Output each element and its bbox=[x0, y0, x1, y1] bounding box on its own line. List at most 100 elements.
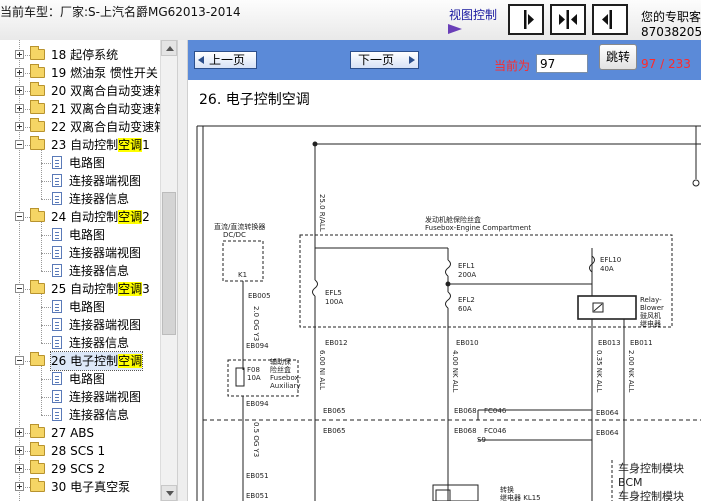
tree-item-text: 25 自动控制 bbox=[51, 282, 119, 296]
expand-icon[interactable] bbox=[15, 482, 24, 491]
play-arrow-icon[interactable] bbox=[448, 24, 462, 34]
tree-folder-item[interactable]: 29 SCS 2 bbox=[0, 460, 160, 478]
tree-item-label: 电路图 bbox=[69, 226, 105, 244]
dcdc-label-cn: 直流/直流转换器 bbox=[214, 222, 265, 231]
tree-folder-item[interactable]: 30 电子真空泵 bbox=[0, 478, 160, 496]
expand-icon[interactable] bbox=[15, 50, 24, 59]
next-page-button[interactable]: 下一页 bbox=[350, 51, 419, 69]
dcdc-label: DC/DC bbox=[223, 231, 246, 239]
tree-item-text: 23 自动控制 bbox=[51, 138, 119, 152]
blower-relay-cn1: 鼓风机 bbox=[640, 311, 661, 320]
expand-icon[interactable] bbox=[15, 104, 24, 113]
tree-item-suffix: 1 bbox=[142, 138, 150, 152]
single-pane-button[interactable] bbox=[592, 4, 628, 35]
collapse-icon[interactable] bbox=[15, 140, 24, 149]
single-pane-icon bbox=[602, 10, 612, 29]
expand-icon[interactable] bbox=[15, 122, 24, 131]
tree-leaf-item[interactable]: 连接器端视图 bbox=[0, 316, 160, 334]
tree-item-label: 电路图 bbox=[69, 154, 105, 172]
tree-folder-item[interactable]: 25 自动控制空调3 bbox=[0, 280, 160, 298]
expand-icon[interactable] bbox=[15, 68, 24, 77]
tree-folder-item[interactable]: 28 SCS 1 bbox=[0, 442, 160, 460]
folder-icon bbox=[30, 280, 45, 294]
tree-item-text: 连接器端视图 bbox=[69, 318, 142, 332]
aux-fuse-cn2: 险丝盒 bbox=[270, 365, 291, 374]
tree-folder-item[interactable]: 24 自动控制空调2 bbox=[0, 208, 160, 226]
tree-item-label: 20 双离合自动变速箱 bbox=[51, 82, 160, 100]
prev-page-button[interactable]: 上一页 bbox=[194, 51, 257, 69]
tree-folder-item[interactable]: 23 自动控制空调1 bbox=[0, 136, 160, 154]
tree-item-label: 21 双离合自动变速箱 bbox=[51, 100, 160, 118]
tree-folder-item[interactable]: 26 电子控制空调 bbox=[0, 351, 160, 371]
tree-folder-item[interactable]: 27 ABS bbox=[0, 424, 160, 442]
tree-leaf-item[interactable]: 连接器信息 bbox=[0, 262, 160, 280]
tree-item-text: 连接器信息 bbox=[69, 408, 130, 422]
tree-leaf-item[interactable]: 连接器信息 bbox=[0, 406, 160, 424]
wire-label-b: 0.5 OG Y3 bbox=[252, 422, 260, 457]
folder-icon bbox=[30, 136, 45, 150]
engine-fusebox-label: Fusebox-Engine Compartment bbox=[425, 224, 531, 232]
vertical-split-icon bbox=[524, 10, 534, 29]
document-icon bbox=[52, 264, 62, 277]
blower-relay-en1: Relay- bbox=[640, 296, 662, 304]
next-page-label: 下一页 bbox=[358, 53, 395, 67]
tree-folder-item[interactable]: 18 起停系统 bbox=[0, 46, 160, 64]
tree-item-label: 连接器信息 bbox=[69, 262, 129, 280]
tree-item-label: 电路图 bbox=[69, 370, 105, 388]
tree-folder-item[interactable]: 22 双离合自动变速箱 bbox=[0, 118, 160, 136]
collapse-icon[interactable] bbox=[15, 284, 24, 293]
expand-icon[interactable] bbox=[15, 446, 24, 455]
aux-fuse-en1: Fusebox- bbox=[270, 374, 302, 382]
eb012-label: EB012 bbox=[325, 339, 348, 347]
document-icon bbox=[52, 156, 62, 169]
tree-folder-item[interactable]: 19 燃油泵 惯性开关 bbox=[0, 64, 160, 82]
collapse-icon[interactable] bbox=[15, 212, 24, 221]
tree-item-label: 连接器端视图 bbox=[69, 388, 141, 406]
horizontal-split-button[interactable] bbox=[550, 4, 586, 35]
fc046-b-label: FC046 bbox=[484, 427, 507, 435]
scroll-thumb[interactable] bbox=[162, 192, 176, 335]
f08-label: F08 bbox=[247, 366, 260, 374]
scroll-down-button[interactable] bbox=[161, 485, 177, 501]
tree-item-text: 30 电子真空泵 bbox=[51, 480, 131, 494]
tree-leaf-item[interactable]: 连接器信息 bbox=[0, 190, 160, 208]
folder-icon bbox=[30, 46, 45, 60]
wire-label-1: 6.00 NI ALL bbox=[318, 350, 326, 390]
tree-item-label: 28 SCS 1 bbox=[51, 442, 105, 460]
tree-scrollbar[interactable] bbox=[160, 40, 177, 501]
pane-splitter[interactable] bbox=[177, 40, 188, 501]
tree-leaf-item[interactable]: 电路图 bbox=[0, 370, 160, 388]
tree-folder-item[interactable]: 21 双离合自动变速箱 bbox=[0, 100, 160, 118]
document-icon bbox=[52, 318, 62, 331]
tree-leaf-item[interactable]: 连接器端视图 bbox=[0, 172, 160, 190]
tree-item-text: 连接器信息 bbox=[69, 336, 130, 350]
tree-item-text: 电路图 bbox=[69, 156, 106, 170]
page-number-input[interactable] bbox=[536, 54, 588, 73]
tree-item-text: 连接器端视图 bbox=[69, 246, 142, 260]
vertical-split-button[interactable] bbox=[508, 4, 544, 35]
tree-item-label: 连接器信息 bbox=[69, 406, 129, 424]
tree-leaf-item[interactable]: 电路图 bbox=[0, 226, 160, 244]
wire-label-a: 2.0 OG Y3 bbox=[252, 306, 260, 341]
tree-leaf-item[interactable]: 电路图 bbox=[0, 298, 160, 316]
tree-leaf-item[interactable]: 连接器信息 bbox=[0, 334, 160, 352]
tree-folder-item[interactable]: 20 双离合自动变速箱 bbox=[0, 82, 160, 100]
collapse-icon[interactable] bbox=[15, 356, 24, 365]
tree-leaf-item[interactable]: 连接器端视图 bbox=[0, 244, 160, 262]
expand-icon[interactable] bbox=[15, 86, 24, 95]
document-icon bbox=[52, 300, 62, 313]
go-to-page-button[interactable]: 跳转 bbox=[599, 44, 637, 70]
eb094-b-label: EB094 bbox=[246, 400, 269, 408]
eb011-label: EB011 bbox=[630, 339, 653, 347]
expand-icon[interactable] bbox=[15, 428, 24, 437]
tree-item-suffix: 2 bbox=[142, 210, 150, 224]
expand-icon[interactable] bbox=[15, 464, 24, 473]
aux-fuse-en2: Auxiliary bbox=[270, 382, 301, 390]
efl2-label: EFL2 bbox=[458, 296, 475, 304]
scroll-up-button[interactable] bbox=[161, 40, 177, 56]
tree-leaf-item[interactable]: 连接器端视图 bbox=[0, 388, 160, 406]
tree-leaf-item[interactable]: 电路图 bbox=[0, 154, 160, 172]
document-icon bbox=[52, 246, 62, 259]
folder-icon bbox=[30, 478, 45, 492]
wire-label-4: 2.00 NK ALL bbox=[627, 350, 635, 393]
